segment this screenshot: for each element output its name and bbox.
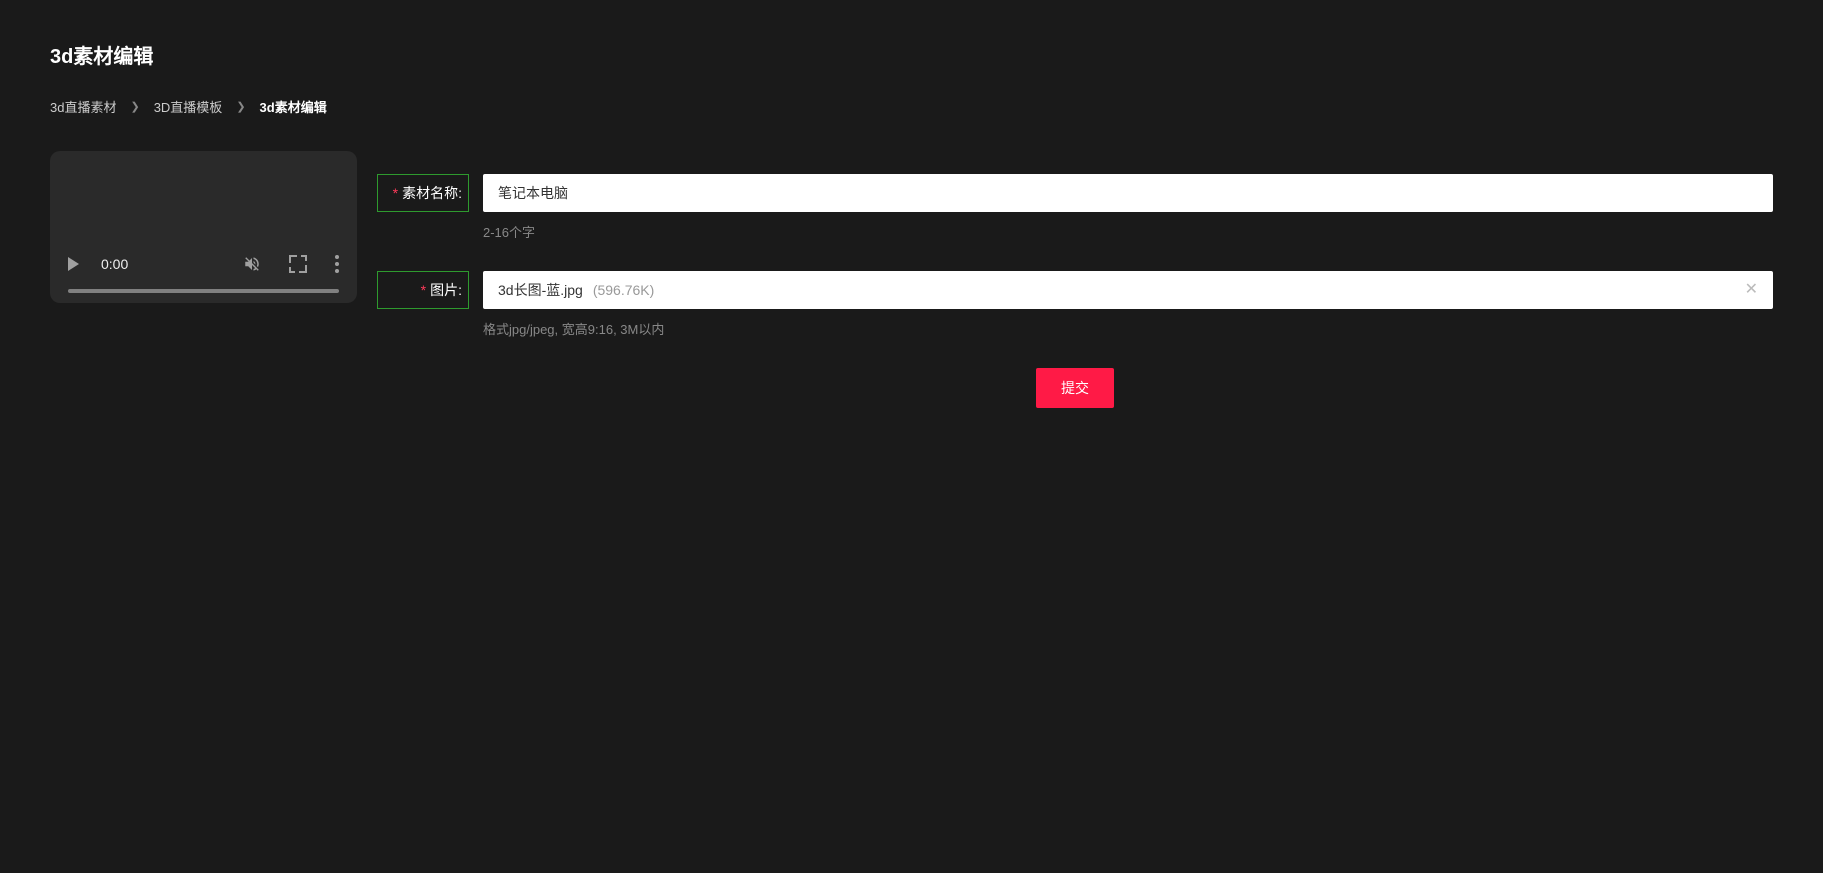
breadcrumb: 3d直播素材 ❯ 3D直播模板 ❯ 3d素材编辑 — [50, 97, 1773, 116]
material-name-label: * 素材名称: — [377, 174, 469, 212]
material-name-input[interactable] — [483, 174, 1773, 212]
chevron-right-icon: ❯ — [236, 100, 245, 113]
file-name: 3d长图-蓝.jpg — [498, 280, 583, 300]
more-icon[interactable] — [335, 255, 339, 273]
mute-icon[interactable] — [243, 255, 261, 273]
file-size: (596.76K) — [593, 282, 654, 298]
image-label: * 图片: — [377, 271, 469, 309]
chevron-right-icon: ❯ — [130, 100, 139, 113]
material-name-hint: 2-16个字 — [483, 222, 1773, 241]
image-file-input[interactable]: 3d长图-蓝.jpg (596.76K) ✕ — [483, 271, 1773, 309]
breadcrumb-item-edit: 3d素材编辑 — [260, 97, 327, 116]
submit-button[interactable]: 提交 — [1036, 368, 1114, 408]
fullscreen-icon[interactable] — [289, 255, 307, 273]
video-preview[interactable]: 0:00 — [50, 151, 357, 303]
page-title: 3d素材编辑 — [50, 40, 1773, 69]
video-progress-bar[interactable] — [68, 289, 339, 293]
image-hint: 格式jpg/jpeg, 宽高9:16, 3M以内 — [483, 319, 1773, 338]
breadcrumb-item-material[interactable]: 3d直播素材 — [50, 97, 116, 116]
play-icon[interactable] — [68, 257, 79, 271]
close-icon[interactable]: ✕ — [1745, 282, 1758, 298]
video-time: 0:00 — [101, 256, 128, 272]
breadcrumb-item-template[interactable]: 3D直播模板 — [154, 97, 223, 116]
video-controls: 0:00 — [50, 247, 357, 303]
